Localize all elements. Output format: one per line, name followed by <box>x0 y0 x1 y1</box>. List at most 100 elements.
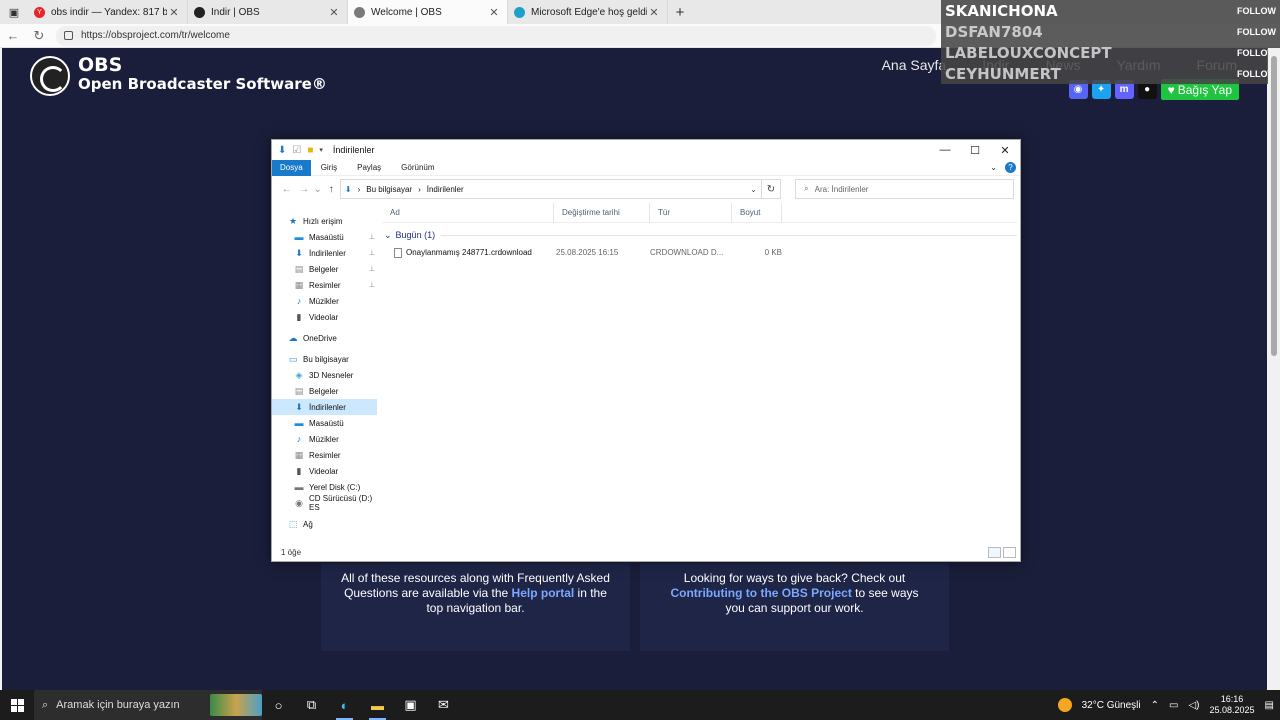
quick-access-toolbar: ⬇ ☑ ■ ▾ <box>278 145 323 156</box>
clock[interactable]: 16:16 25.08.2025 <box>1210 694 1255 716</box>
nav-pane-item[interactable]: ▬ Masaüstü ⊥ <box>272 229 377 245</box>
nav-pane-item[interactable]: ▦ Resimler ⊥ <box>272 277 377 293</box>
recent-locations-icon[interactable]: ⌄ <box>313 184 323 195</box>
column-header[interactable]: Ad <box>382 202 554 223</box>
forward-arrow-icon[interactable]: → <box>295 184 312 195</box>
breadcrumb-item[interactable]: Bu bilgisayar <box>366 185 412 194</box>
file-explorer-icon[interactable]: ▬ <box>361 690 394 720</box>
nav-pane-item[interactable]: ⬇ İndirilenler <box>272 399 377 415</box>
nav-pane-item[interactable]: ▬ Masaüstü <box>272 415 377 431</box>
network-icon[interactable]: ▭ <box>1169 700 1178 711</box>
start-button[interactable] <box>0 698 34 712</box>
nav-pane-item[interactable]: ☁ OneDrive <box>272 330 377 346</box>
file-row[interactable]: Onaylanmamış 248771.crdownload 25.08.2025… <box>382 245 1017 260</box>
nav-pane-item[interactable]: ♪ Müzikler <box>272 293 377 309</box>
network-icon: ⬚ <box>288 518 298 529</box>
nav-pane-label: Resimler <box>309 280 341 290</box>
search-input[interactable]: ⌕ Ara: İndirilenler <box>795 179 1014 199</box>
weather-icon[interactable] <box>1057 698 1072 712</box>
back-arrow-icon[interactable]: ← <box>278 184 295 195</box>
notification-icon[interactable]: ▤ <box>1265 700 1274 711</box>
task-view-icon[interactable]: ⧉ <box>295 690 328 720</box>
customize-toolbar-icon[interactable]: ▾ <box>319 146 323 154</box>
file-date: 25.08.2025 16:15 <box>556 248 619 257</box>
disk-icon: ▬ <box>294 482 304 492</box>
nav-pane-item[interactable]: ▬ Yerel Disk (C:) <box>272 479 377 495</box>
nav-pane-item[interactable]: ▤ Belgeler ⊥ <box>272 261 377 277</box>
properties-icon[interactable]: ☑ <box>292 145 301 156</box>
close-button[interactable]: ✕ <box>990 144 1020 157</box>
address-bar[interactable]: https://obsproject.com/tr/welcome <box>56 25 936 46</box>
page-scrollbar[interactable] <box>1268 48 1280 690</box>
column-header[interactable]: Değiştirme tarihi <box>554 202 650 223</box>
edge-icon[interactable]: ◐ <box>328 690 361 720</box>
refresh-icon[interactable]: ↻ <box>26 28 52 44</box>
large-icons-view-icon[interactable] <box>1003 546 1016 558</box>
nav-pane-label: Videolar <box>309 312 339 322</box>
music-icon: ♪ <box>296 434 302 444</box>
maximize-button[interactable]: ☐ <box>960 144 990 157</box>
back-icon[interactable]: ← <box>0 28 26 43</box>
obs-logo-icon[interactable] <box>30 56 70 96</box>
ribbon-tab[interactable]: Giriş <box>311 160 347 176</box>
column-header[interactable]: Tür <box>650 202 732 223</box>
tab-close-icon[interactable]: ✕ <box>487 6 501 19</box>
group-header[interactable]: ⌄ Bugün (1) <box>382 225 1017 245</box>
nav-pane-item[interactable]: ▤ Belgeler <box>272 383 377 399</box>
breadcrumb-item[interactable]: İndirilenler <box>427 185 464 194</box>
tab-close-icon[interactable]: ✕ <box>647 6 661 19</box>
breadcrumb[interactable]: ⬇ › Bu bilgisayar › İndirilenler ⌄ <box>339 179 762 199</box>
browser-tab[interactable]: Microsoft Edge'e hoş geldiniz✕ <box>508 0 668 24</box>
expand-ribbon-icon[interactable]: ⌄ <box>990 163 997 172</box>
new-tab-button[interactable]: + <box>668 4 692 21</box>
status-bar: 1 öğe <box>272 543 1020 561</box>
donate-label: Bağış Yap <box>1177 82 1232 97</box>
taskbar-search[interactable]: ⌕ Aramak için buraya yazın <box>34 690 262 720</box>
mail-icon[interactable]: ✉ <box>427 690 460 720</box>
nav-pane-item[interactable]: ⬇ İndirilenler ⊥ <box>272 245 377 261</box>
refresh-button[interactable]: ↻ <box>761 179 782 199</box>
chevron-up-icon[interactable]: ⌃ <box>1151 700 1159 711</box>
browser-tab[interactable]: Yobs indir — Yandex: 817 bin sonuç✕ <box>28 0 188 24</box>
nav-pane-item[interactable]: ▮ Videolar <box>272 309 377 325</box>
ribbon-tab[interactable]: Paylaş <box>347 160 391 176</box>
nav-pane-item[interactable]: ⬚ Ağ <box>272 516 377 532</box>
browser-tab[interactable]: İndir | OBS ✕ <box>188 0 348 24</box>
scrollbar-thumb[interactable] <box>1271 56 1277 356</box>
pin-icon: ⊥ <box>368 250 375 257</box>
nav-pane-item[interactable]: ▦ Resimler <box>272 447 377 463</box>
browser-tab[interactable]: Welcome | OBS ✕ <box>348 0 508 24</box>
nav-pane-item[interactable]: ★ Hızlı erişim <box>272 213 377 229</box>
tab-favicon-icon <box>514 6 525 18</box>
tab-actions-icon[interactable]: ▣ <box>0 0 28 24</box>
follower-row: DSFAN7804 FOLLOW <box>941 21 1280 42</box>
help-portal-link[interactable]: Help portal <box>512 586 575 600</box>
column-header[interactable]: Boyut <box>732 202 782 223</box>
cortana-icon[interactable]: ○ <box>262 690 295 720</box>
contributing-link[interactable]: Contributing to the OBS Project <box>670 586 851 600</box>
nav-pane-item[interactable]: ▮ Videolar <box>272 463 377 479</box>
nav-pane-label: Belgeler <box>309 386 339 396</box>
ribbon-tab[interactable]: Görünüm <box>391 160 444 176</box>
tab-close-icon[interactable]: ✕ <box>327 6 341 19</box>
tab-close-icon[interactable]: ✕ <box>167 6 181 19</box>
help-icon[interactable]: ? <box>1005 162 1016 173</box>
nav-pane-item[interactable]: ▭ Bu bilgisayar <box>272 351 377 367</box>
up-arrow-icon[interactable]: ↑ <box>322 184 339 195</box>
picture-icon: ▦ <box>294 449 304 460</box>
ribbon-tab[interactable]: Dosya <box>272 159 311 176</box>
video-icon: ▮ <box>296 311 302 322</box>
details-view-icon[interactable] <box>988 546 1001 558</box>
minimize-button[interactable]: — <box>930 144 960 157</box>
pin-icon: ⊥ <box>368 282 375 289</box>
nav-pane-label: Masaüstü <box>309 232 344 242</box>
folder-icon[interactable]: ■ <box>307 145 313 156</box>
store-icon[interactable]: ▣ <box>394 690 427 720</box>
volume-icon[interactable]: ◁) <box>1188 700 1199 711</box>
weather-text[interactable]: 32°C Güneşli <box>1082 700 1141 711</box>
nav-pane-item[interactable]: ◉ CD Sürücüsü (D:) ES <box>272 494 377 512</box>
nav-pane-item[interactable]: ♪ Müzikler <box>272 431 377 447</box>
chevron-down-icon[interactable]: ⌄ <box>750 185 757 194</box>
site-nav-item[interactable]: Ana Sayfa <box>882 57 947 73</box>
nav-pane-item[interactable]: ◈ 3D Nesneler <box>272 367 377 383</box>
